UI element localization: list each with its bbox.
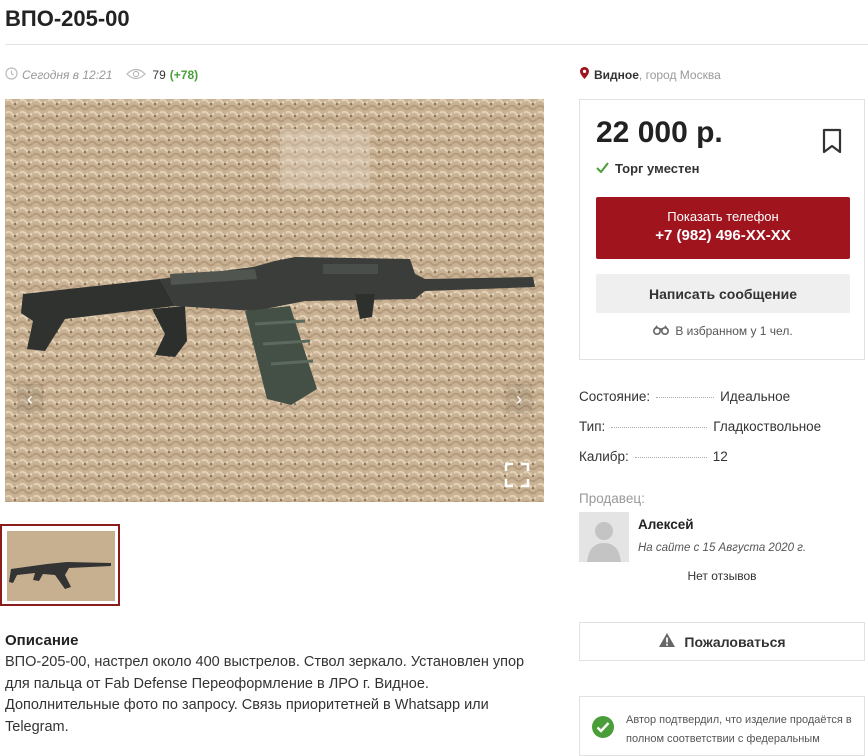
property-dots — [656, 397, 715, 398]
views-count: 79 — [152, 68, 166, 82]
description-text: ВПО-205-00, настрел около 400 выстрелов.… — [5, 654, 525, 735]
property-row: Калибр: 12 — [579, 449, 865, 464]
seller-heading: Продавец: — [579, 491, 645, 506]
bargain-label: Торг уместен — [615, 160, 700, 176]
seller-name[interactable]: Алексей — [638, 517, 694, 532]
title-divider — [5, 44, 868, 45]
clock-icon — [5, 67, 18, 83]
page-title: ВПО-205-00 — [5, 6, 130, 31]
photo-thumbnail[interactable] — [0, 524, 120, 606]
views-delta: (+78) — [169, 68, 199, 82]
location-pin-icon — [580, 67, 589, 82]
property-value: Идеальное — [720, 389, 791, 404]
warning-icon — [658, 632, 684, 651]
listing-meta: Сегодня в 12:21 79 (+78) — [5, 67, 198, 83]
rifle-on-carpet-image — [5, 99, 544, 502]
property-key: Состояние: — [579, 389, 651, 404]
complain-label: Пожаловаться — [684, 633, 786, 650]
verified-check-icon — [591, 715, 615, 744]
property-row: Состояние: Идеальное — [579, 389, 865, 404]
binoculars-icon — [653, 324, 675, 338]
posted-date: Сегодня в 12:21 — [22, 68, 113, 82]
phone-number: +7 (982) 496-XX-XX — [655, 227, 791, 244]
write-message-button[interactable]: Написать сообщение — [596, 274, 850, 313]
seller-reviews[interactable]: Нет отзывов — [579, 569, 865, 583]
location-city: , город Москва — [638, 67, 721, 82]
complain-button[interactable]: Пожаловаться — [579, 622, 865, 661]
location[interactable]: Видное, город Москва — [580, 67, 721, 82]
confirmation-text: Автор подтвердил, что изделие продаётся … — [626, 714, 852, 745]
description-heading: Описание — [5, 632, 79, 649]
property-row: Тип: Гладкоствольное — [579, 419, 865, 434]
property-value: Гладкоствольное — [713, 419, 822, 434]
favorites-label: В избранном у 1 чел. — [675, 324, 793, 338]
location-place: Видное — [594, 67, 639, 82]
price-box: 22 000 р. Торг уместен Показать телефон … — [579, 99, 865, 360]
eye-icon — [126, 68, 147, 83]
property-key: Тип: — [579, 419, 606, 434]
main-photo[interactable]: ‹ › — [5, 99, 544, 502]
fullscreen-icon[interactable] — [504, 462, 530, 488]
property-dots — [611, 427, 708, 428]
avatar[interactable] — [579, 512, 629, 562]
seller-confirmation: Автор подтвердил, что изделие продаётся … — [579, 696, 865, 756]
bargain-status: Торг уместен — [596, 160, 699, 176]
property-dots — [634, 457, 707, 458]
property-value: 12 — [712, 449, 728, 464]
chevron-left-icon[interactable]: ‹ — [17, 384, 43, 414]
favorites-count: В избранном у 1 чел. — [580, 324, 866, 338]
property-key: Калибр: — [579, 449, 629, 464]
rifle-thumbnail-image — [7, 531, 115, 601]
show-phone-label: Показать телефон — [667, 209, 779, 224]
bookmark-icon[interactable] — [822, 128, 842, 154]
price: 22 000 р. — [596, 116, 723, 149]
chevron-right-icon[interactable]: › — [506, 384, 532, 414]
seller-since: На сайте с 15 Августа 2020 г. — [638, 542, 807, 554]
show-phone-button[interactable]: Показать телефон +7 (982) 496-XX-XX — [596, 197, 850, 259]
check-icon — [596, 160, 609, 176]
